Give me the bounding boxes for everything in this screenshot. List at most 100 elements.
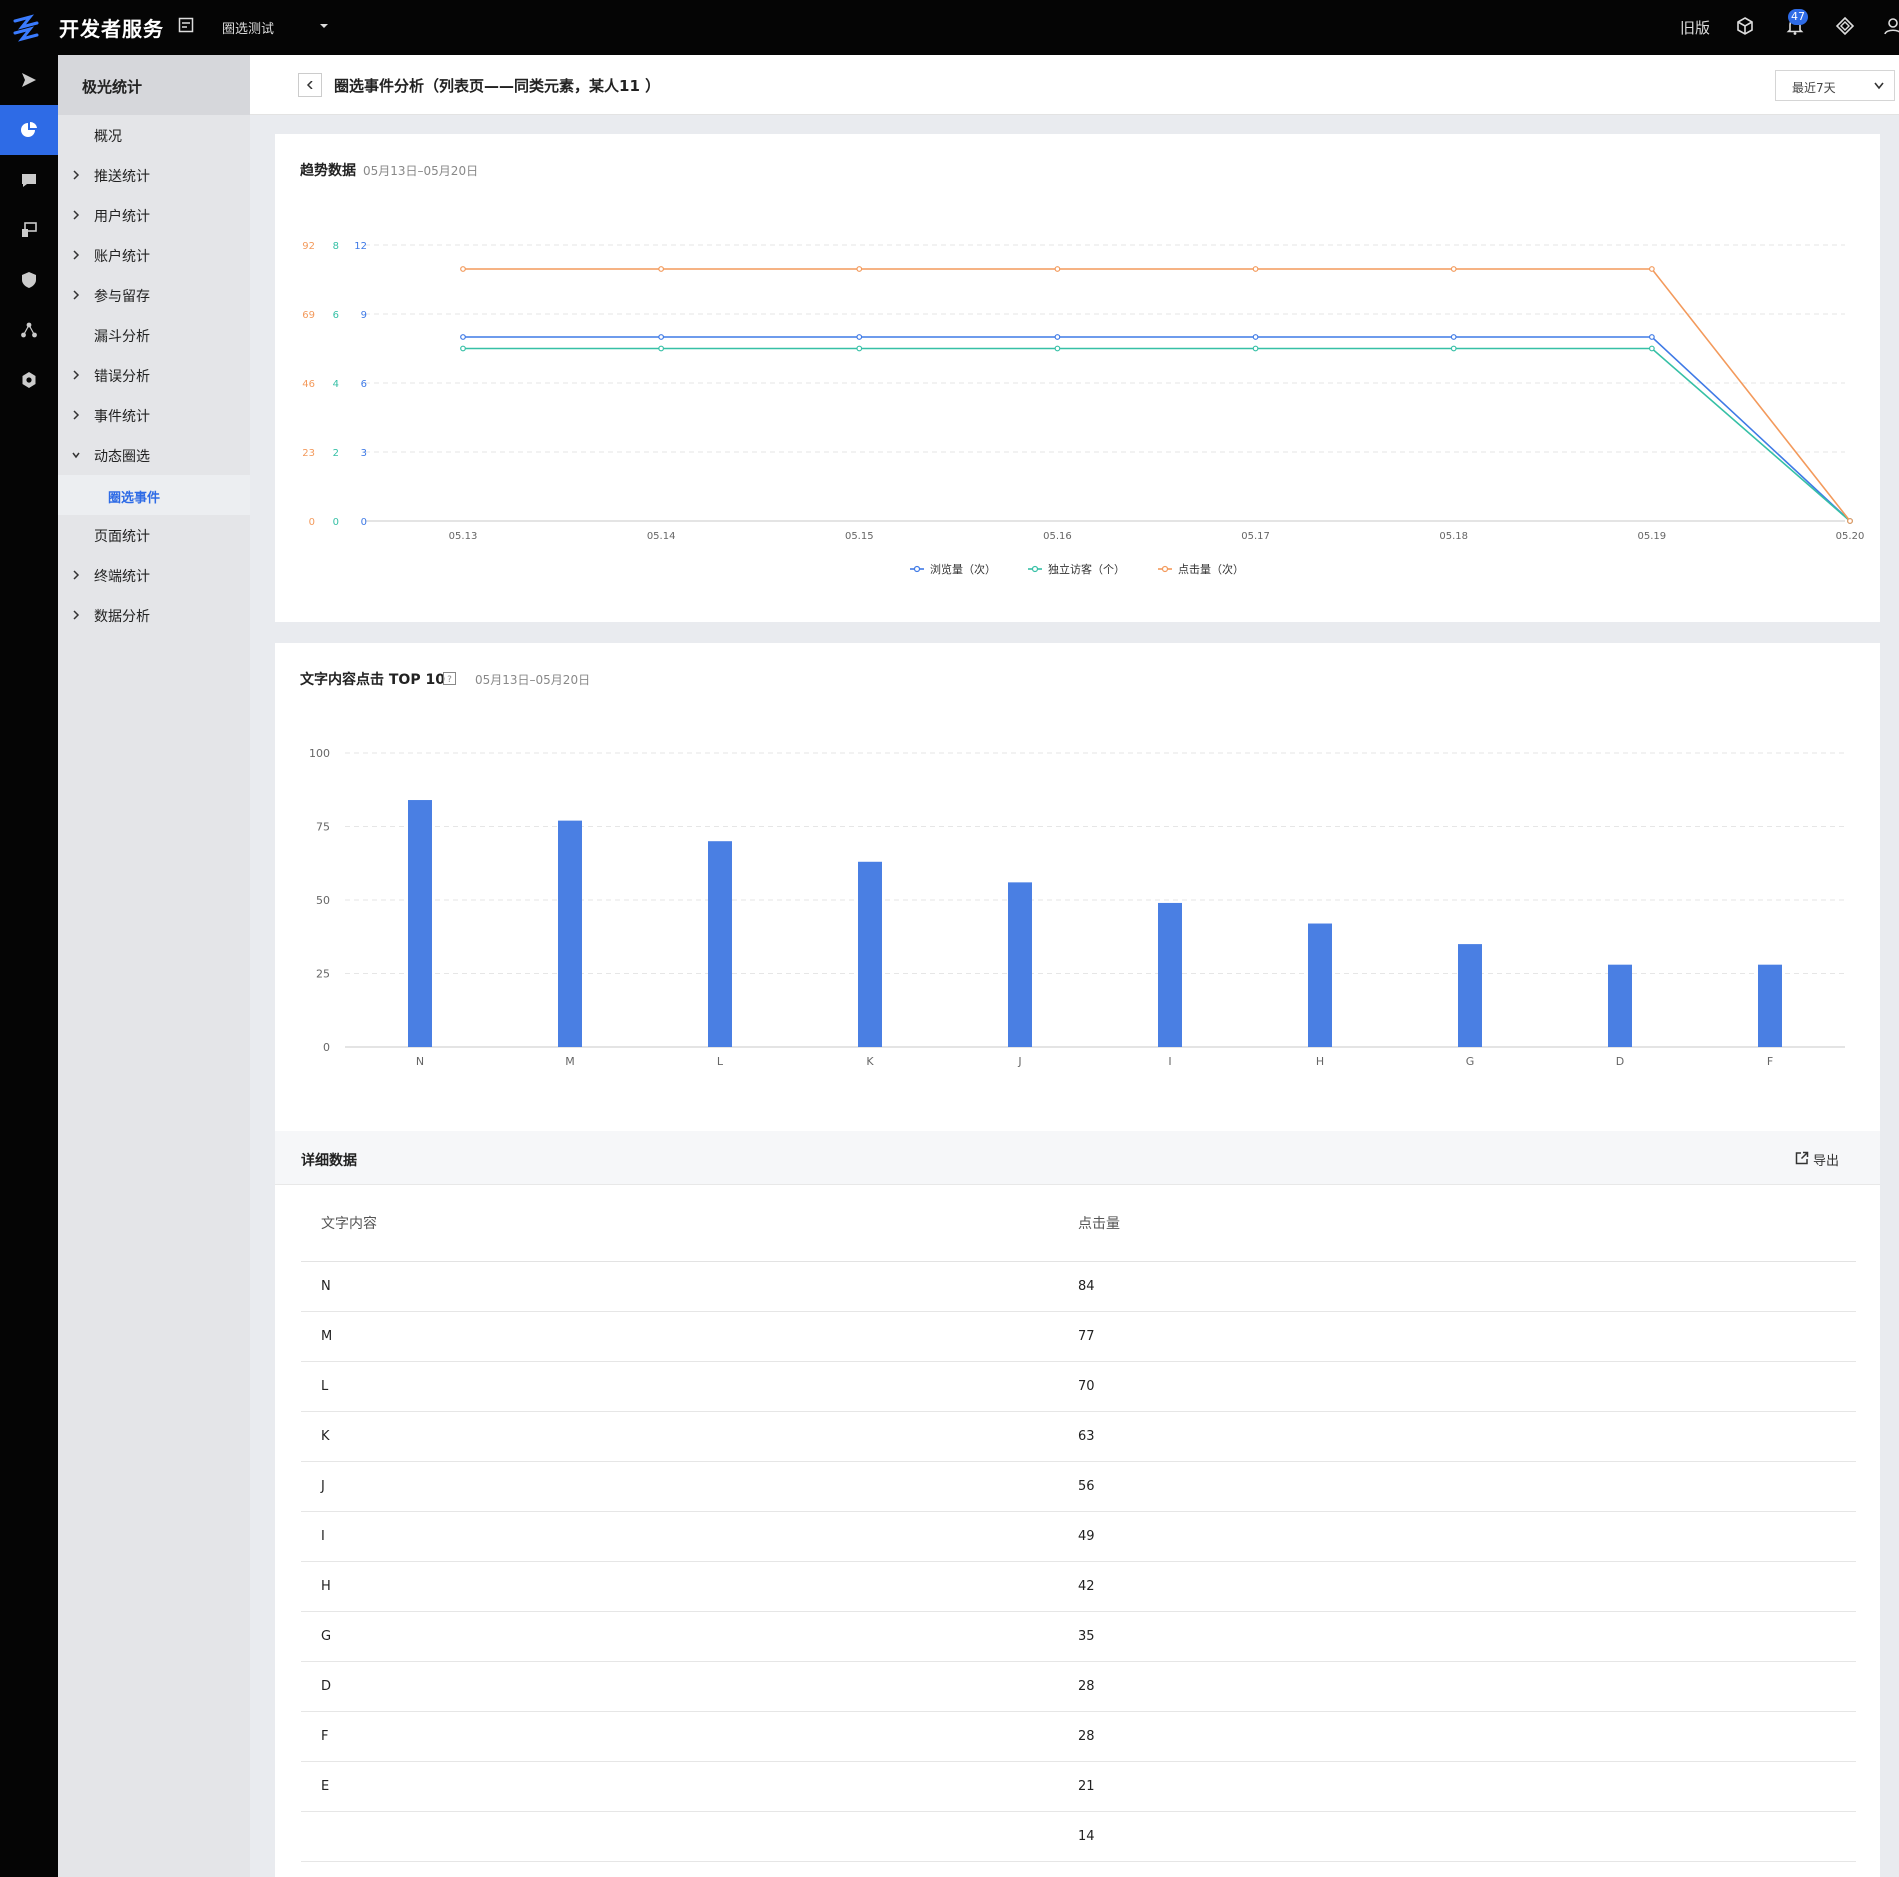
detail-section: 详细数据 导出 文字内容 点击量 N 84 M 77 L 70 K 63 J 56 I 49 H 42 — [275, 1131, 1880, 1877]
table-row: H 42 — [301, 1561, 1856, 1612]
bar — [858, 861, 882, 1047]
sidebar-item-overview[interactable]: 概况 — [58, 115, 250, 155]
chevron-right-icon — [73, 210, 80, 220]
bar — [1158, 902, 1182, 1047]
chevron-right-icon — [73, 290, 80, 300]
data-point — [1450, 266, 1457, 272]
chevron-right-icon — [73, 570, 80, 580]
trend-chart[interactable]: 0234669920246803691205.13 05.14 05.15 05.16… — [275, 134, 1880, 622]
trend-card: 趋势数据 05月13日–05月20日 0 23 46 69 92 0 2 4 6 8 0 3 6 9 12 0… — [275, 134, 1880, 622]
rail-security[interactable] — [0, 255, 58, 305]
x-tick-label: 05.20 — [1836, 531, 1865, 542]
cell-clicks: 35 — [1078, 1611, 1856, 1662]
rail-statistics[interactable] — [0, 105, 58, 155]
sidebar-item-data-analysis[interactable]: 数据分析 — [58, 595, 250, 635]
sidebar-item-terminals[interactable]: 终端统计 — [58, 555, 250, 595]
app-root: 开发者服务 圈选测试 旧版 47 极光统计 概况 推送统计 用户统计 账户统计 … — [0, 0, 1899, 1877]
sidebar-item-users[interactable]: 用户统计 — [58, 195, 250, 235]
y-tick-label: 3 — [361, 448, 367, 459]
diamond-icon[interactable] — [1835, 16, 1855, 36]
y-tick-label: 8 — [333, 241, 339, 252]
top10-card: 文字内容点击 TOP 10 ? 05月13日–05月20日 0 25 50 75 100… — [275, 643, 1880, 1877]
date-range-select[interactable]: 最近7天 — [1775, 70, 1895, 101]
cell-text: L — [301, 1361, 1078, 1412]
series-line — [463, 268, 1851, 522]
notification-badge[interactable]: 47 — [1788, 9, 1808, 25]
bar — [408, 800, 432, 1047]
y-tick-label: 0 — [333, 517, 339, 528]
x-tick-label: J — [1017, 1055, 1021, 1068]
rail-devices[interactable] — [0, 205, 58, 255]
cell-clicks: 63 — [1078, 1411, 1856, 1462]
logo-icon[interactable] — [10, 12, 42, 44]
data-point — [1252, 266, 1259, 272]
table-row: L 70 — [301, 1361, 1856, 1412]
user-icon[interactable] — [1883, 16, 1899, 36]
page-title: 圈选事件分析（列表页——同类元素，某人11 ） — [334, 77, 661, 95]
project-selector[interactable]: 圈选测试 — [222, 18, 274, 37]
y-tick-label: 69 — [302, 310, 315, 321]
sidebar-item-accounts[interactable]: 账户统计 — [58, 235, 250, 275]
rail-share[interactable] — [0, 305, 58, 355]
cell-text: N — [301, 1261, 1078, 1312]
y-tick-label: 25 — [316, 968, 330, 981]
data-point — [856, 345, 863, 352]
chevron-down-icon — [72, 452, 80, 459]
y-tick-label: 2 — [333, 448, 339, 459]
project-icon[interactable] — [178, 17, 194, 33]
rail-message[interactable] — [0, 155, 58, 205]
chevron-right-icon — [73, 250, 80, 260]
cube-icon[interactable] — [1735, 16, 1755, 36]
sidebar-item-events[interactable]: 事件统计 — [58, 395, 250, 435]
old-version-link[interactable]: 旧版 — [1680, 17, 1710, 38]
chevron-right-icon — [73, 370, 80, 380]
sidebar-item-label: 错误分析 — [94, 369, 150, 385]
x-tick-label: H — [1316, 1055, 1324, 1068]
cell-clicks: 56 — [1078, 1461, 1856, 1512]
table-row: G 35 — [301, 1611, 1856, 1662]
data-point — [1847, 518, 1853, 524]
rail-push[interactable] — [0, 55, 58, 105]
chevron-down-icon[interactable] — [318, 20, 330, 32]
series-line — [463, 347, 1851, 522]
sidebar-item-label: 用户统计 — [94, 209, 150, 225]
table-row: M 77 — [301, 1311, 1856, 1362]
export-icon — [1795, 1151, 1809, 1165]
y-tick-label: 4 — [333, 379, 339, 390]
sidebar-item-label: 动态圈选 — [94, 449, 150, 465]
data-point — [658, 345, 665, 352]
sidebar-item-funnel[interactable]: 漏斗分析 — [58, 315, 250, 355]
cell-text: J — [301, 1461, 1078, 1512]
y-tick-label: 100 — [309, 747, 330, 760]
rail-settings[interactable] — [0, 355, 58, 405]
legend-label: 浏览量（次） — [930, 562, 996, 576]
y-tick-label: 92 — [302, 241, 315, 252]
x-tick-label: N — [416, 1055, 424, 1068]
y-tick-label: 6 — [361, 379, 367, 390]
x-tick-label: 05.15 — [845, 531, 874, 542]
chevron-down-icon — [1874, 82, 1884, 90]
sidebar-item-dynamic-select[interactable]: 动态圈选 — [58, 435, 250, 475]
y-tick-label: 46 — [302, 379, 315, 390]
top10-chart[interactable]: 0 25 50 75 100 N M L K J I H G D F — [275, 643, 1880, 1083]
x-tick-label: I — [1168, 1055, 1171, 1068]
column-header-text: 文字内容 — [301, 1185, 1078, 1262]
cell-text: D — [301, 1661, 1078, 1712]
sidebar-item-label: 参与留存 — [94, 289, 150, 305]
table-row: J 56 — [301, 1461, 1856, 1512]
bar — [1608, 964, 1632, 1047]
export-button[interactable]: 导出 — [1795, 1150, 1839, 1169]
cell-text: I — [301, 1511, 1078, 1562]
sidebar-item-errors[interactable]: 错误分析 — [58, 355, 250, 395]
back-button[interactable] — [298, 73, 322, 97]
sidebar-item-select-events[interactable]: 圈选事件 — [58, 475, 250, 515]
detail-header: 详细数据 导出 — [275, 1131, 1880, 1185]
sidebar-item-pages[interactable]: 页面统计 — [58, 515, 250, 555]
sidebar-item-push[interactable]: 推送统计 — [58, 155, 250, 195]
date-range-value: 最近7天 — [1792, 81, 1836, 95]
brand-title: 开发者服务 — [59, 17, 164, 41]
cell-clicks: 28 — [1078, 1711, 1856, 1762]
data-point — [460, 345, 466, 352]
y-tick-label: 0 — [323, 1041, 330, 1054]
sidebar-item-retention[interactable]: 参与留存 — [58, 275, 250, 315]
